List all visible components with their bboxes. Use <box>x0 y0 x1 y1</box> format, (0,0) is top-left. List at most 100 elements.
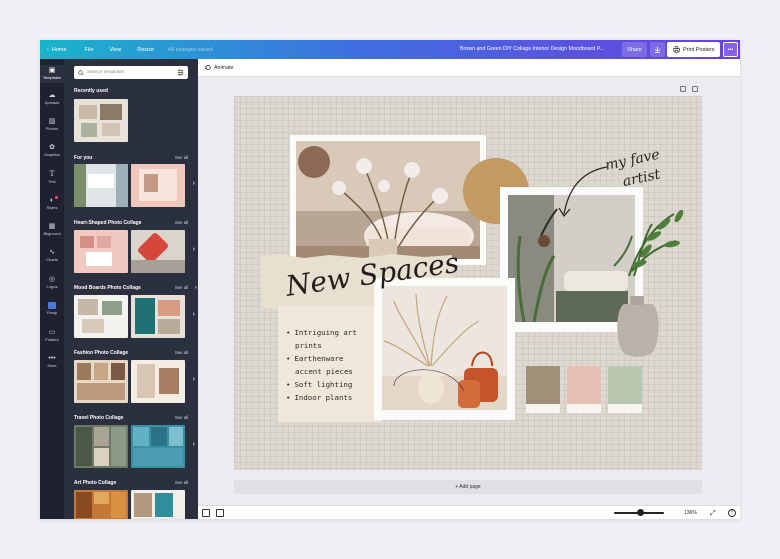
top-menu-bar: ‹ Home File View Resize All changes save… <box>40 40 740 59</box>
bullet-item: Indoor plants <box>286 391 357 404</box>
bottom-status-bar: 136% ⤢ ? <box>198 505 740 519</box>
printer-icon <box>673 46 680 53</box>
styles-icon: ◐ <box>48 196 58 204</box>
home-button[interactable]: ‹ Home <box>47 47 67 53</box>
editor-area: Animate my fave artist New Spaces • Intr… <box>198 59 740 519</box>
handwritten-note[interactable]: artist <box>621 166 662 190</box>
chevron-right-icon[interactable]: › <box>193 376 195 383</box>
color-swatch[interactable] <box>567 366 601 404</box>
template-thumbnail[interactable] <box>74 164 128 207</box>
folder-icon: ▭ <box>48 329 56 336</box>
bullet-item: Soft lighting <box>286 378 357 391</box>
see-all-link[interactable]: See all <box>175 220 188 225</box>
see-all-link[interactable]: See all <box>175 415 188 420</box>
fullscreen-icon[interactable]: ⤢ <box>710 510 716 517</box>
filter-icon[interactable] <box>177 69 184 76</box>
share-button[interactable]: Share <box>622 42 647 57</box>
template-thumbnail[interactable] <box>131 295 185 338</box>
bullet-item-continuation: accent pieces <box>295 367 353 376</box>
chevron-right-icon[interactable]: › <box>193 246 195 253</box>
photo-flowers-room[interactable] <box>290 135 486 265</box>
save-status: All changes saved <box>168 46 213 53</box>
see-all-link[interactable]: See all <box>175 155 188 160</box>
zoom-level[interactable]: 136% <box>684 510 697 516</box>
template-thumbnail[interactable] <box>74 295 128 338</box>
download-button[interactable] <box>650 42 665 57</box>
animate-icon <box>204 65 211 70</box>
sidebar-item-graphics[interactable]: ✿ Graphics <box>40 144 64 157</box>
more-options-button[interactable]: ••• <box>723 42 738 57</box>
document-title[interactable]: Brown and Green DIY Collage Interior Des… <box>460 46 604 52</box>
design-canvas[interactable]: my fave artist New Spaces • Intriguing a… <box>234 96 702 470</box>
template-thumbnail[interactable] <box>74 230 128 273</box>
see-all-link[interactable]: See all <box>175 350 188 355</box>
chevron-right-icon[interactable]: › <box>193 441 195 448</box>
upload-icon: ☁ <box>48 92 56 99</box>
template-thumbnail[interactable] <box>131 490 185 519</box>
bullet-item-continuation: prints <box>295 341 322 350</box>
bullet-item: Intriguing art <box>286 326 356 339</box>
text-icon: T <box>49 170 55 178</box>
color-swatch[interactable] <box>526 366 560 404</box>
recent-template-thumbnail[interactable] <box>74 99 128 142</box>
template-thumbnail[interactable] <box>131 360 185 403</box>
search-icon <box>78 69 84 76</box>
see-all-link[interactable]: See all <box>175 285 188 290</box>
template-thumbnail[interactable] <box>74 425 128 468</box>
template-thumbnail[interactable] <box>131 425 185 468</box>
chevron-left-icon: ‹ <box>47 46 49 53</box>
color-swatches[interactable] <box>526 366 642 413</box>
template-thumbnail[interactable] <box>131 164 185 207</box>
sidebar-item-templates[interactable]: ▣ Templates <box>40 65 64 83</box>
color-swatch[interactable] <box>608 366 642 404</box>
file-menu[interactable]: File <box>85 47 94 53</box>
sidebar-item-background[interactable]: ▦ Bkground <box>40 223 64 236</box>
art-collage-heading: Art Photo Collage <box>74 480 117 486</box>
print-posters-button[interactable]: Print Posters <box>667 42 720 57</box>
bullet-item: Earthenware <box>286 352 357 365</box>
sidebar-item-logos[interactable]: ◎ Logos <box>40 276 64 289</box>
feature-bullet-list[interactable]: Intriguing art prints Earthenware accent… <box>286 326 357 404</box>
view-menu[interactable]: View <box>109 47 121 53</box>
template-thumbnail[interactable] <box>131 230 185 273</box>
notification-dot <box>55 196 58 199</box>
recently-used-heading: Recently used <box>74 88 108 94</box>
chevron-right-icon[interactable]: › <box>193 311 195 318</box>
context-toolbar: Animate <box>198 59 740 77</box>
fashion-collage-heading: Fashion Photo Collage <box>74 350 129 356</box>
mood-boards-collage-heading: Mood Boards Photo Collage <box>74 285 141 291</box>
left-sidebar-rail: ▣ Templates ☁ Uploads ▨ Photos ✿ Graphic… <box>40 59 64 519</box>
canva-editor-window: ‹ Home File View Resize All changes save… <box>40 40 740 519</box>
graphics-icon: ✿ <box>49 144 55 151</box>
add-page-icon[interactable] <box>692 86 698 92</box>
notes-icon[interactable] <box>202 509 210 517</box>
photo-pampas-bags[interactable] <box>374 278 515 420</box>
pages-icon[interactable] <box>216 509 224 517</box>
resize-menu[interactable]: Resize <box>137 47 154 53</box>
sidebar-item-photos[interactable]: ▨ Photos <box>40 118 64 131</box>
search-input[interactable] <box>87 70 177 75</box>
template-thumbnail[interactable] <box>74 490 128 519</box>
sidebar-item-styles[interactable]: ◐ Styles <box>40 196 64 210</box>
template-thumbnail[interactable] <box>74 360 128 403</box>
sidebar-item-text[interactable]: T Text <box>40 170 64 185</box>
templates-panel: Recently used For you See all › Heart-Sh… <box>64 59 198 519</box>
duplicate-page-icon[interactable] <box>680 86 686 92</box>
sidebar-item-charts[interactable]: ∿ Charts <box>40 249 64 262</box>
sidebar-item-more[interactable]: ••• More <box>40 355 64 368</box>
zoom-slider-handle[interactable] <box>637 509 644 516</box>
sidebar-item-folders[interactable]: ▭ Folders <box>40 329 64 342</box>
add-page-button[interactable]: + Add page <box>234 480 702 494</box>
for-you-heading: For you <box>74 155 93 161</box>
travel-collage-heading: Travel Photo Collage <box>74 415 124 421</box>
animate-button[interactable]: Animate <box>204 64 233 71</box>
sidebar-item-uploads[interactable]: ☁ Uploads <box>40 92 64 105</box>
template-search-box[interactable] <box>74 66 188 79</box>
see-all-link[interactable]: See all <box>175 480 188 485</box>
sidebar-item-emoji[interactable]: Emoji <box>40 302 64 315</box>
photos-icon: ▨ <box>48 118 56 125</box>
heart-shaped-collage-heading: Heart-Shaped Photo Collage <box>74 220 142 226</box>
chevron-right-icon[interactable]: › <box>193 180 195 187</box>
help-icon[interactable]: ? <box>728 509 736 517</box>
background-icon: ▦ <box>48 223 56 230</box>
